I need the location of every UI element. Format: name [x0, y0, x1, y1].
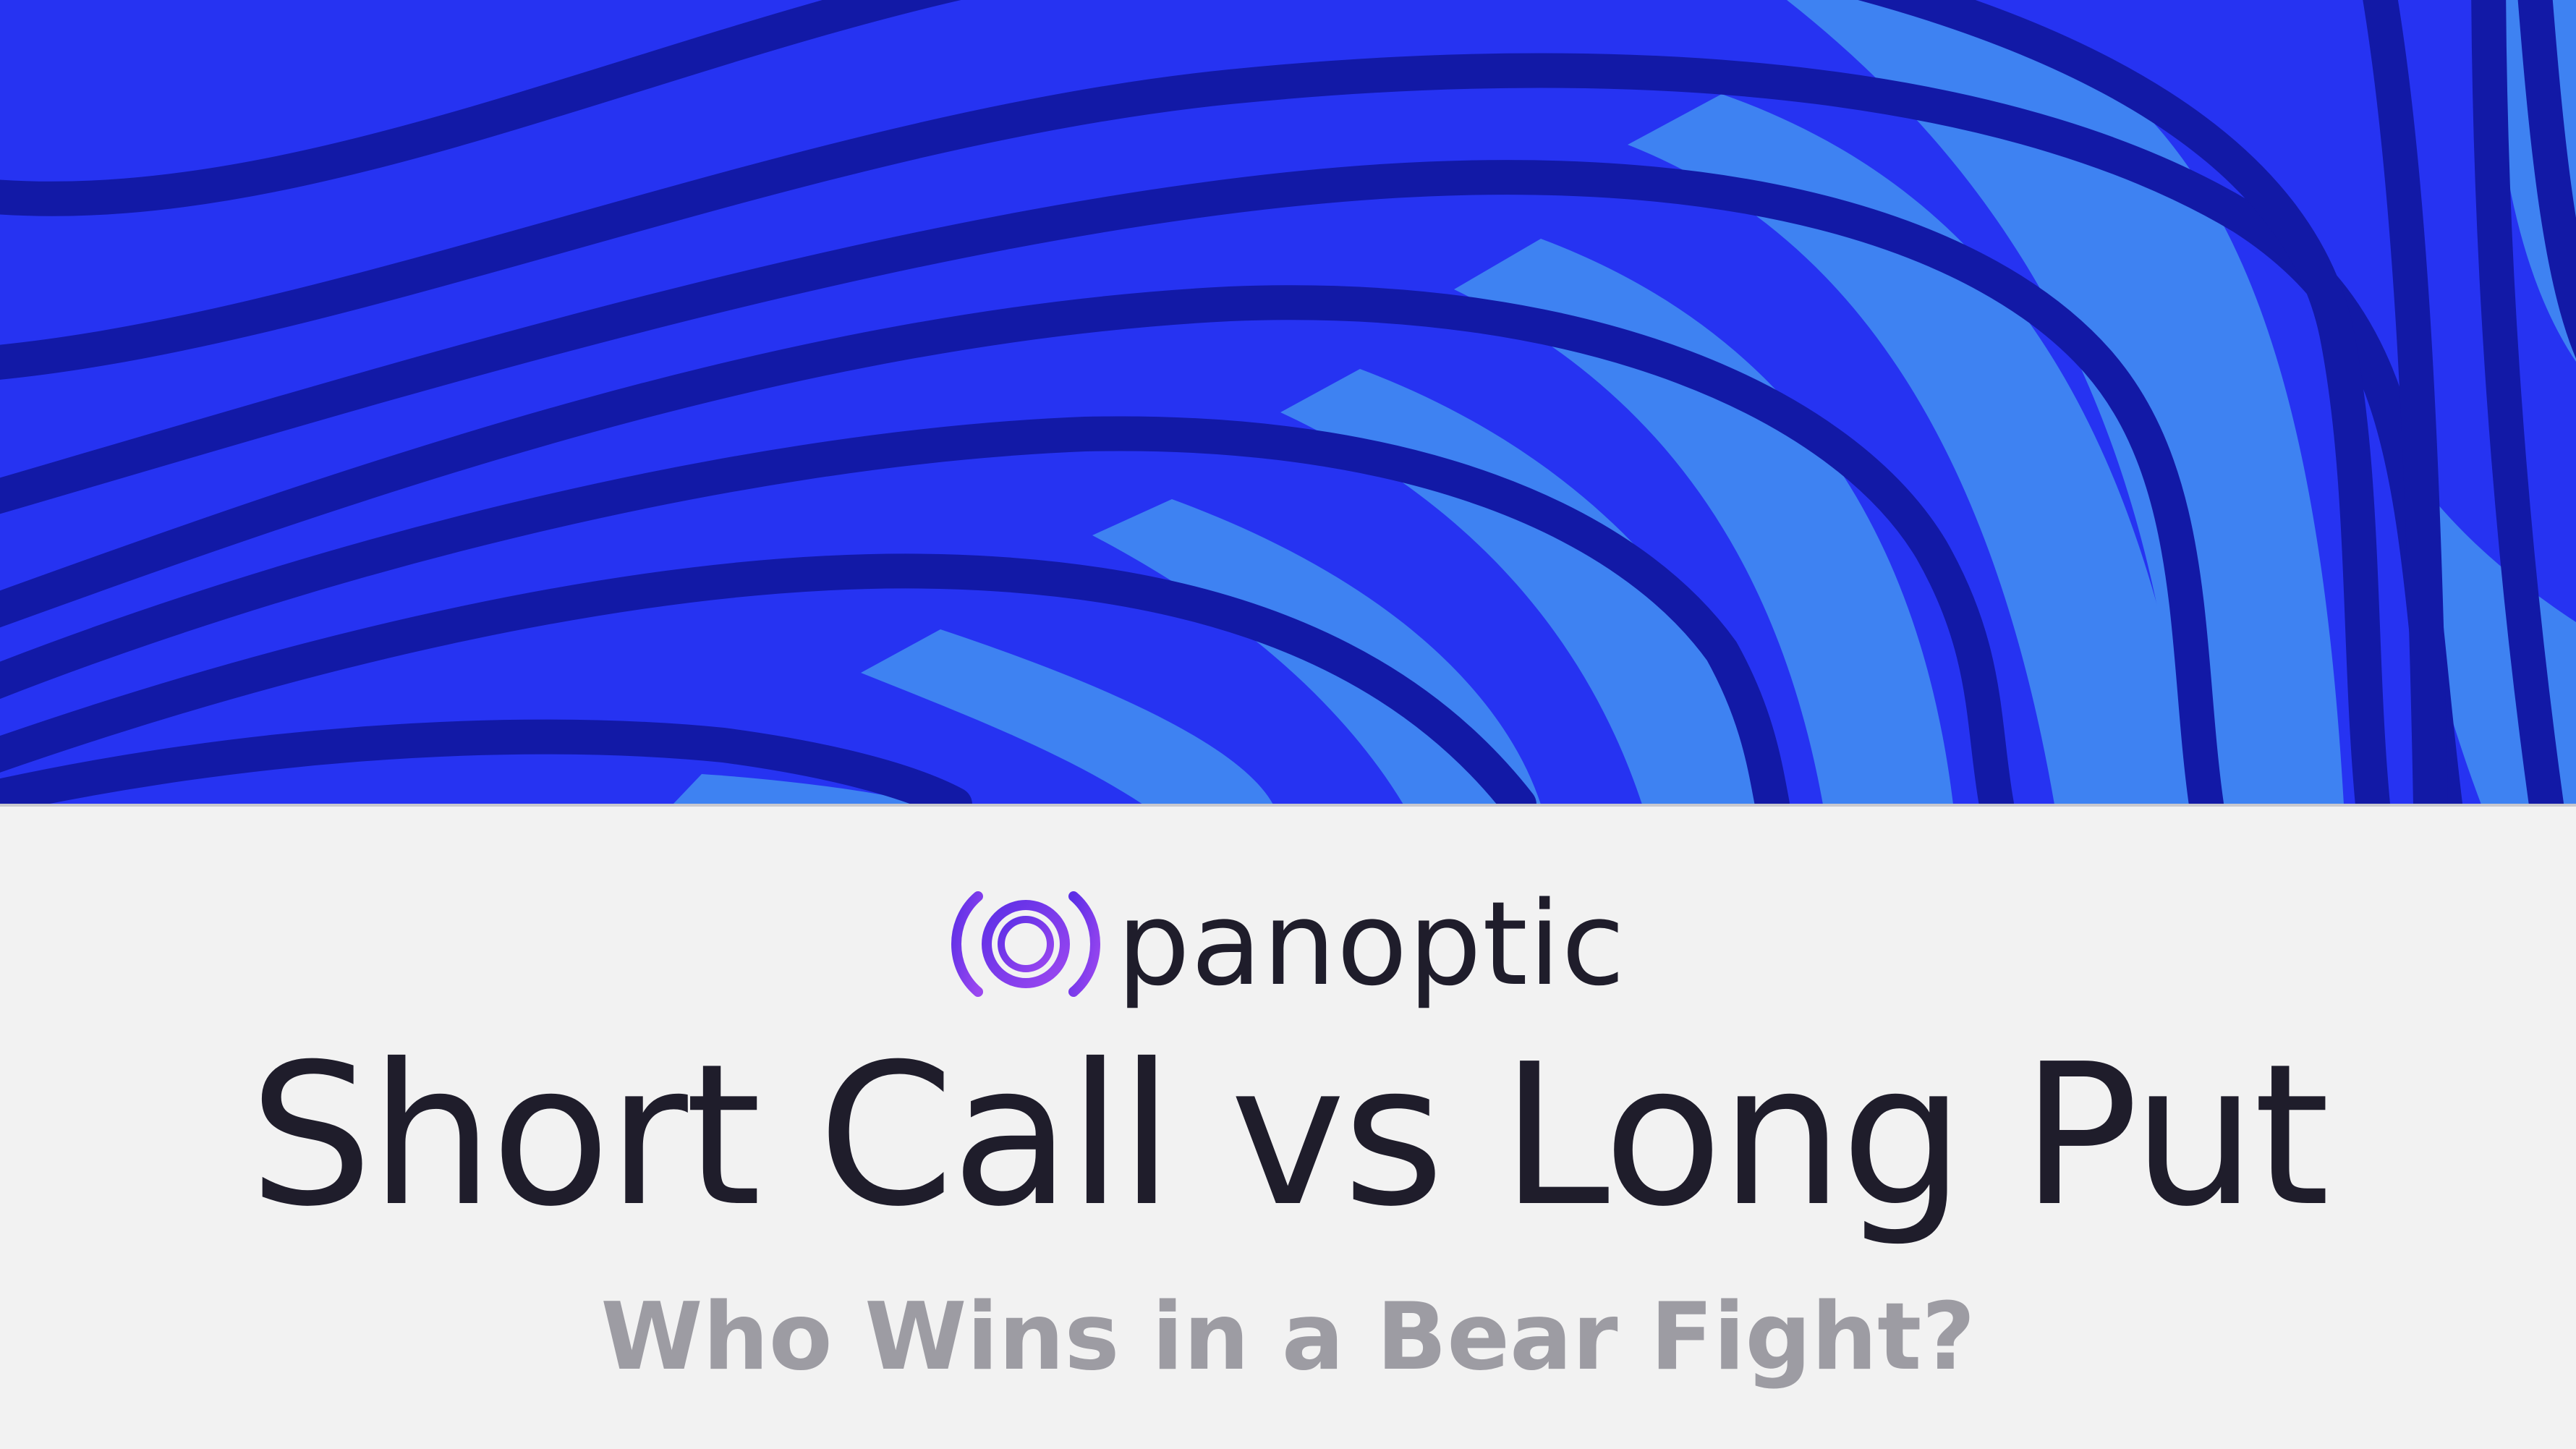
- hero-banner: [0, 0, 2576, 804]
- title-section: panoptic Short Call vs Long Put Who Wins…: [0, 807, 2576, 1449]
- panoptic-ring-logo-icon: [951, 891, 1100, 997]
- page-title: Short Call vs Long Put: [249, 1021, 2330, 1249]
- brand-name: panoptic: [1116, 876, 1626, 1011]
- brand-lockup: panoptic: [0, 886, 2576, 1002]
- page-subtitle: Who Wins in a Bear Fight?: [600, 1283, 1976, 1391]
- wavy-stripes-graphic: [0, 0, 2576, 804]
